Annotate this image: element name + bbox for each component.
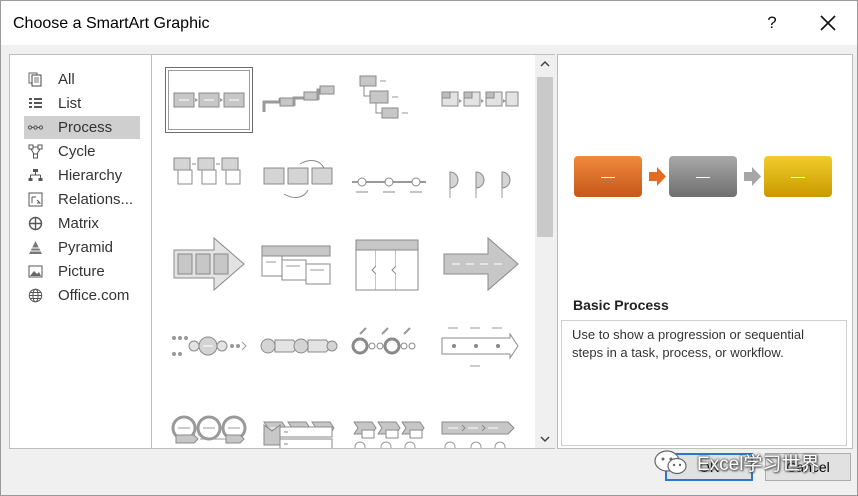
layout-process-row6-1[interactable] xyxy=(166,423,252,448)
layout-interconnected-block[interactable] xyxy=(166,314,252,378)
category-picture[interactable]: Picture xyxy=(24,260,140,283)
circle-arrow-process-thumbnail xyxy=(260,338,338,354)
help-button[interactable]: ? xyxy=(764,11,780,35)
category-label: Hierarchy xyxy=(58,167,123,184)
gallery-scrollbar[interactable] xyxy=(535,54,555,449)
layout-phased-process[interactable] xyxy=(346,232,432,296)
layout-alternating-flow[interactable] xyxy=(166,150,252,214)
scroll-down-button[interactable] xyxy=(535,430,555,448)
watermark-text: Excel学习世界 xyxy=(697,454,820,475)
layout-circle-accent-timeline[interactable] xyxy=(436,150,522,214)
close-button[interactable] xyxy=(816,11,840,35)
detailed-process-thumbnail xyxy=(441,327,519,367)
preview-panel: — — — Basic Process Use to show a progre… xyxy=(557,54,853,449)
layout-basic-process[interactable] xyxy=(165,67,253,133)
category-label: Cycle xyxy=(58,143,96,160)
preview-box-3-text: — xyxy=(791,168,805,184)
preview-arrow-1 xyxy=(649,167,666,186)
step-down-process-thumbnail xyxy=(359,75,408,119)
layout-basic-timeline[interactable] xyxy=(346,150,432,214)
relationship-icon xyxy=(28,192,43,207)
wechat-logo-icon xyxy=(654,450,687,475)
process-icon xyxy=(28,125,43,130)
all-icon xyxy=(28,72,42,87)
layout-segmented-process[interactable] xyxy=(256,232,342,296)
scroll-up-button[interactable] xyxy=(535,55,555,73)
category-label: List xyxy=(58,95,82,112)
category-label: Matrix xyxy=(58,215,99,232)
layout-upward-arrow[interactable] xyxy=(436,232,522,296)
interconnected-block-thumbnail xyxy=(172,336,247,356)
process-arrows-thumbnail xyxy=(173,236,245,292)
layout-continuous-block-process[interactable] xyxy=(256,150,342,214)
circle-accent-timeline-thumbnail xyxy=(449,171,511,198)
layout-process-arrows[interactable] xyxy=(166,232,252,296)
globe-icon xyxy=(28,288,43,303)
preview-box-2-text: — xyxy=(696,168,710,184)
category-process[interactable]: Process xyxy=(24,116,140,139)
layout-circle-arrow-process[interactable] xyxy=(256,314,342,378)
cycle-icon xyxy=(28,144,43,159)
alternating-flow-thumbnail xyxy=(173,157,241,185)
list-icon xyxy=(29,98,42,108)
category-matrix[interactable]: Matrix xyxy=(24,212,140,235)
category-relationship[interactable]: Relations... xyxy=(24,188,140,211)
category-hierarchy[interactable]: Hierarchy xyxy=(24,164,140,187)
category-label: Relations... xyxy=(58,191,134,208)
preview-box-1-text: — xyxy=(601,168,615,184)
pyramid-icon xyxy=(29,241,42,254)
basic-timeline-thumbnail xyxy=(352,177,426,193)
layout-process-row6-3[interactable] xyxy=(346,436,432,448)
category-all[interactable]: All xyxy=(24,68,140,91)
process-row6-2-thumbnail xyxy=(263,424,333,448)
layout-basic-chevron-process[interactable] xyxy=(346,314,432,378)
chevron-down-icon xyxy=(540,436,550,443)
picture-icon xyxy=(28,265,43,278)
basic-process-thumbnail xyxy=(173,92,245,108)
category-label: Office.com xyxy=(58,287,130,304)
layout-description-box: Use to show a progression or sequential … xyxy=(561,320,847,446)
close-icon xyxy=(820,15,836,31)
upward-arrow-thumbnail xyxy=(443,236,519,292)
layout-process-row6-4[interactable] xyxy=(436,436,522,448)
category-office-com[interactable]: Office.com xyxy=(24,284,140,307)
process-row6-1-thumbnail xyxy=(175,434,245,444)
preview-arrow-2 xyxy=(744,167,761,186)
basic-process-preview: — — — xyxy=(574,156,832,197)
segmented-process-thumbnail xyxy=(261,245,331,285)
layout-detailed-process[interactable] xyxy=(436,314,522,378)
layout-description: Use to show a progression or sequential … xyxy=(572,327,804,360)
title-bar: Choose a SmartArt Graphic ? xyxy=(1,1,857,45)
phased-process-thumbnail xyxy=(355,239,419,291)
category-list-item[interactable]: List xyxy=(24,92,140,115)
chevron-up-icon xyxy=(540,60,550,67)
category-label: Process xyxy=(58,119,113,136)
category-cycle[interactable]: Cycle xyxy=(24,140,140,163)
step-up-process-thumbnail xyxy=(262,85,335,112)
layout-step-up-process[interactable] xyxy=(256,68,342,132)
layout-name: Basic Process xyxy=(573,297,669,313)
basic-chevron-process-thumbnail xyxy=(351,327,416,355)
layout-step-down-process[interactable] xyxy=(346,68,432,132)
process-row6-4-thumbnail xyxy=(444,441,506,448)
continuous-block-process-thumbnail xyxy=(263,160,333,198)
category-label: Pyramid xyxy=(58,239,114,256)
smartart-dialog: Choose a SmartArt Graphic ? All List Pro… xyxy=(0,0,858,496)
scroll-thumb[interactable] xyxy=(537,77,553,237)
category-label: Picture xyxy=(58,263,105,280)
accent-process-thumbnail xyxy=(441,91,519,107)
category-list: All List Process Cycle Hierarchy Relatio… xyxy=(9,54,152,449)
process-row6-3-thumbnail xyxy=(354,441,416,448)
layout-process-row6-2[interactable] xyxy=(256,421,342,448)
category-pyramid[interactable]: Pyramid xyxy=(24,236,140,259)
category-label: All xyxy=(58,71,75,88)
hierarchy-icon xyxy=(28,169,43,181)
dialog-title: Choose a SmartArt Graphic xyxy=(13,15,210,32)
layout-gallery xyxy=(151,54,537,449)
layout-accent-process[interactable] xyxy=(436,68,522,132)
matrix-icon xyxy=(28,216,43,231)
